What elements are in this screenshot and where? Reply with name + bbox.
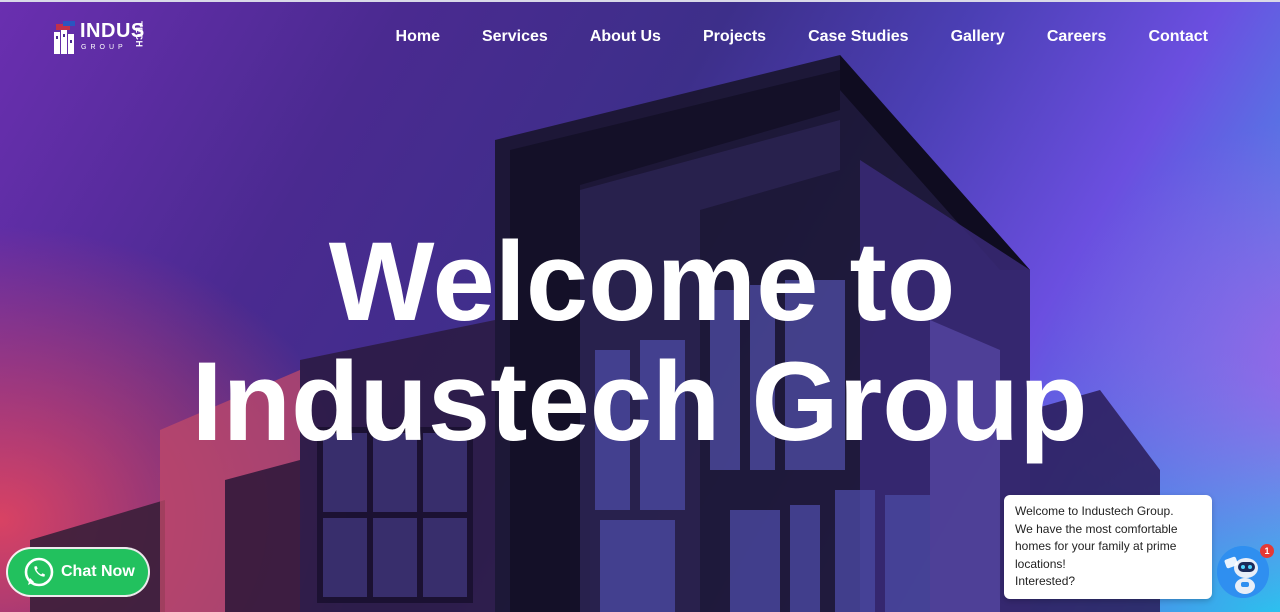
chat-line: Welcome to Industech Group.	[1015, 504, 1174, 518]
whatsapp-label: Chat Now	[61, 563, 135, 580]
nav-home[interactable]: Home	[396, 27, 440, 47]
chat-line: locations!	[1015, 556, 1066, 571]
whatsapp-chat-button[interactable]: Chat Now	[8, 549, 148, 595]
nav-services[interactable]: Services	[482, 27, 548, 47]
chat-popup-message[interactable]: Welcome to Industech Group. We have the …	[1004, 495, 1212, 599]
whatsapp-icon	[24, 557, 54, 587]
chat-line: homes for your family at prime	[1015, 539, 1177, 553]
nav-gallery[interactable]: Gallery	[951, 27, 1005, 47]
hero-line-2: Industech Group	[191, 339, 1088, 464]
brand-logo[interactable]: INDUS TECH GROUP	[54, 20, 146, 56]
hero-line-1: Welcome to	[328, 219, 956, 344]
nav-projects[interactable]: Projects	[703, 27, 766, 47]
nav-contact[interactable]: Contact	[1148, 27, 1208, 47]
nav-careers[interactable]: Careers	[1047, 27, 1107, 47]
hero-headline: Welcome to Industech Group	[0, 222, 1280, 462]
top-border	[0, 0, 1280, 2]
logo-buildings-icon	[54, 21, 75, 54]
chat-line: We have the most comfortable	[1015, 521, 1178, 536]
nav-case-studies[interactable]: Case Studies	[808, 27, 908, 47]
brand-tag: TECH	[134, 21, 144, 48]
chat-line: Interested?	[1015, 574, 1076, 588]
nav-about-us[interactable]: About Us	[590, 27, 661, 47]
main-nav: Home Services About Us Projects Case Stu…	[354, 27, 1208, 47]
brand-sub: GROUP	[81, 44, 127, 51]
notification-badge: 1	[1260, 544, 1274, 558]
